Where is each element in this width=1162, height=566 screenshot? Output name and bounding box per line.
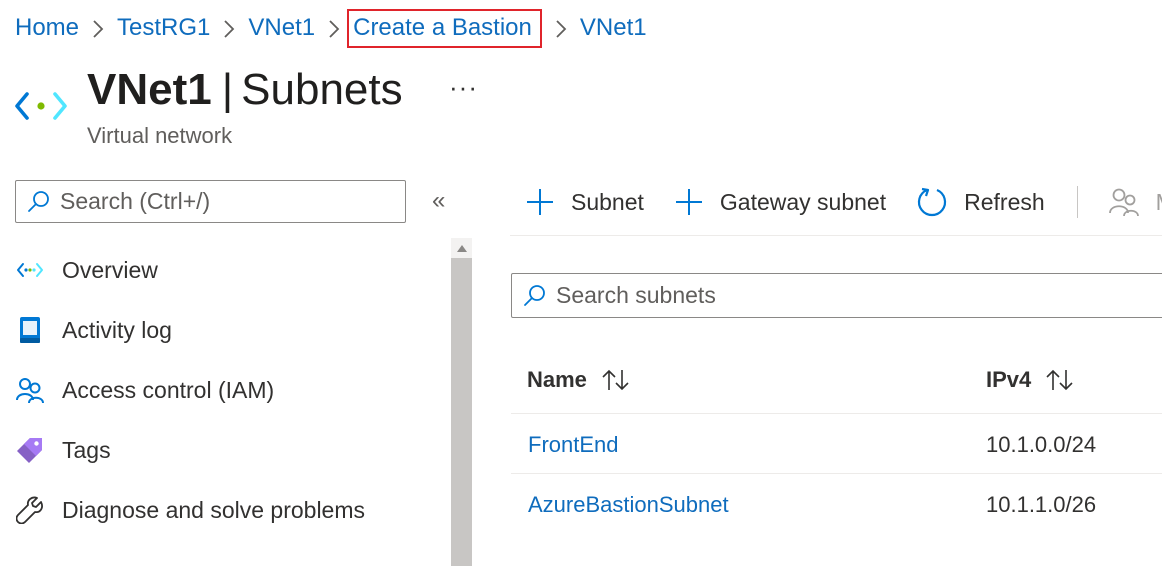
sidebar-scrollbar-thumb[interactable] — [451, 258, 472, 566]
refresh-icon — [916, 186, 948, 218]
column-header-ipv4[interactable]: IPv4 — [986, 364, 1075, 396]
breadcrumb-create-bastion[interactable]: Create a Bastion — [347, 8, 542, 48]
virtual-network-icon — [15, 255, 45, 285]
sidebar-item-label: Overview — [62, 256, 158, 283]
table-row-divider — [511, 473, 1162, 474]
column-header-name[interactable]: Name — [527, 364, 631, 396]
search-icon — [26, 189, 52, 215]
column-header-label: Name — [527, 367, 587, 392]
subnet-search-box[interactable] — [511, 273, 1162, 318]
manage-users-button[interactable]: M — [1108, 187, 1162, 217]
subnet-search-input[interactable] — [556, 282, 1162, 309]
sidebar-item-label: Activity log — [62, 316, 172, 343]
sort-icon[interactable] — [1045, 368, 1075, 392]
table-row: AzureBastionSubnet — [528, 492, 729, 518]
plus-icon — [674, 187, 704, 217]
refresh-label: Refresh — [964, 188, 1045, 215]
chevron-right-icon — [79, 14, 117, 42]
breadcrumb-testrg1[interactable]: TestRG1 — [117, 14, 210, 42]
subnet-ipv4-cell: 10.1.0.0/24 — [986, 432, 1097, 457]
resource-type: Virtual network — [87, 123, 233, 148]
chevron-right-icon — [542, 14, 580, 42]
breadcrumb-home[interactable]: Home — [15, 14, 79, 42]
add-gateway-subnet-label: Gateway subnet — [719, 188, 887, 215]
subnet-name-link[interactable]: AzureBastionSubnet — [528, 492, 729, 517]
sidebar-item-activity-log[interactable]: Activity log — [15, 310, 172, 350]
sidebar-item-label: Access control (IAM) — [62, 376, 275, 403]
manage-users-label: M — [1156, 189, 1162, 216]
more-options-button[interactable]: ··· — [449, 72, 478, 103]
chevron-right-icon — [210, 14, 248, 42]
title-separator: | — [221, 65, 234, 114]
toolbar-divider-line — [510, 235, 1162, 236]
wrench-icon — [15, 495, 45, 525]
sidebar-item-tags[interactable]: Tags — [15, 430, 111, 470]
table-header-divider — [511, 413, 1162, 414]
sidebar-item-diagnose[interactable]: Diagnose and solve problems — [15, 490, 365, 530]
breadcrumb-vnet1[interactable]: VNet1 — [248, 14, 315, 42]
sidebar-item-overview[interactable]: Overview — [15, 250, 158, 290]
breadcrumb-vnet1-current[interactable]: VNet1 — [580, 14, 647, 42]
scroll-up-arrow-icon[interactable] — [451, 238, 472, 258]
add-subnet-label: Subnet — [571, 188, 644, 215]
subnet-name-link[interactable]: FrontEnd — [528, 432, 619, 457]
command-bar: Subnet Gateway subnet Refresh M — [525, 182, 1162, 222]
sidebar-item-access-control[interactable]: Access control (IAM) — [15, 370, 274, 410]
sidebar-search-input[interactable] — [60, 188, 405, 215]
page-title: VNet1 | Subnets — [87, 62, 403, 118]
resource-name: VNet1 — [87, 65, 212, 114]
tag-icon — [15, 435, 45, 465]
sort-icon[interactable] — [601, 368, 631, 392]
sidebar-item-label: Diagnose and solve problems — [62, 496, 366, 523]
collapse-sidebar-button[interactable]: « — [432, 187, 445, 215]
people-icon — [15, 375, 45, 405]
add-subnet-button[interactable]: Subnet — [525, 187, 644, 217]
sidebar-item-label: Tags — [62, 436, 111, 463]
toolbar-divider — [1076, 186, 1078, 218]
blade-name: Subnets — [241, 65, 403, 114]
add-gateway-subnet-button[interactable]: Gateway subnet — [674, 187, 886, 217]
table-row: FrontEnd — [528, 432, 619, 458]
plus-icon — [525, 187, 555, 217]
virtual-network-icon — [14, 86, 68, 131]
search-icon — [522, 283, 548, 309]
sidebar-search-box[interactable] — [15, 180, 406, 223]
subnet-ipv4-cell: 10.1.1.0/26 — [986, 492, 1097, 517]
activity-log-icon — [15, 315, 45, 345]
breadcrumb: Home TestRG1 VNet1 Create a Bastion VNet… — [15, 8, 647, 48]
refresh-button[interactable]: Refresh — [916, 186, 1045, 218]
column-header-label: IPv4 — [986, 367, 1032, 392]
people-icon — [1108, 187, 1140, 217]
